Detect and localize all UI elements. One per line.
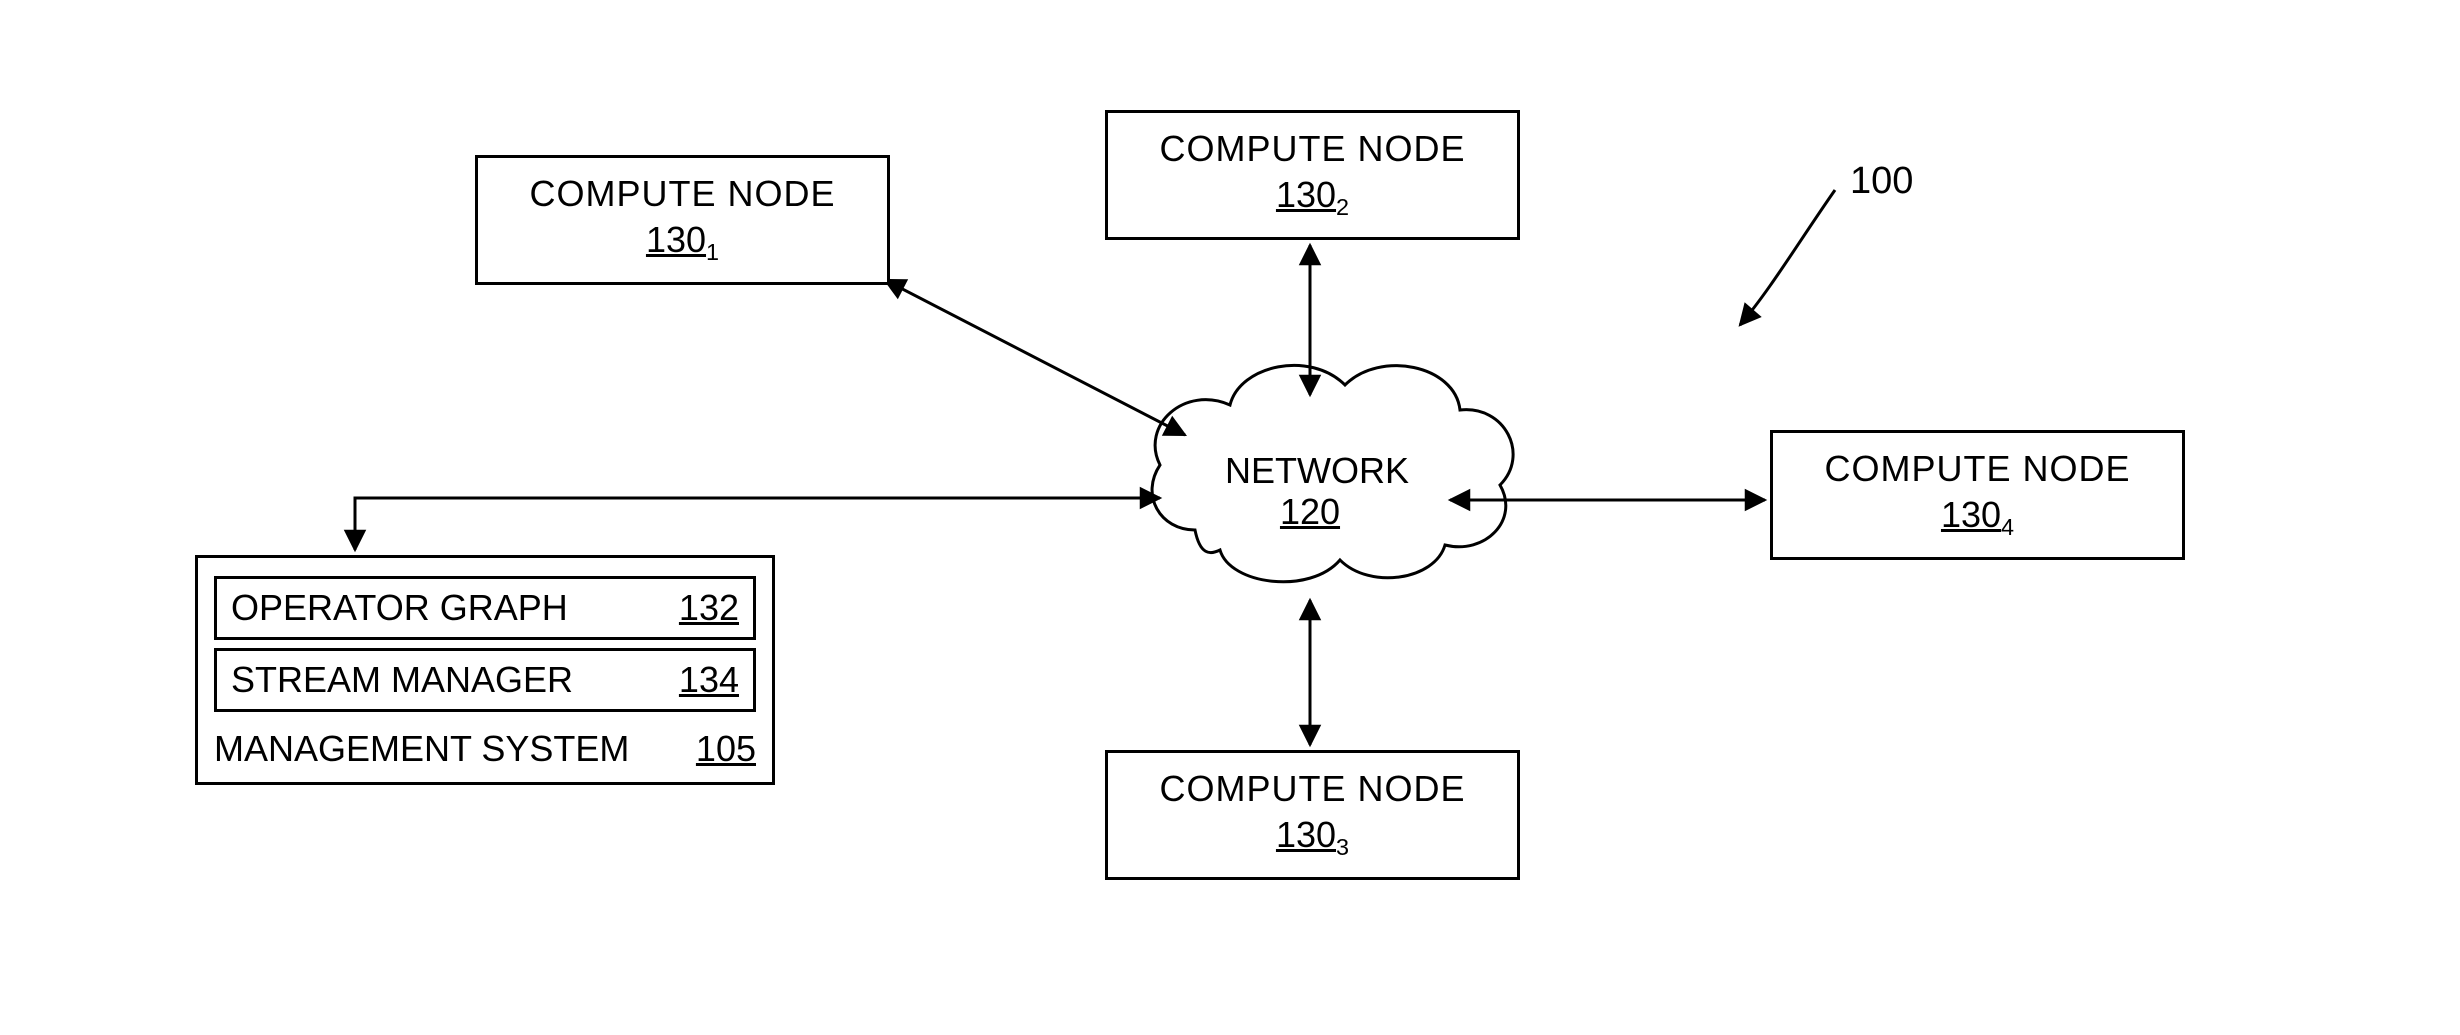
- figure-reference: 100: [1850, 160, 1913, 203]
- operator-graph-num: 132: [679, 587, 739, 629]
- compute-node-1: COMPUTE NODE 1301: [475, 155, 890, 285]
- management-system-row: MANAGEMENT SYSTEM 105: [198, 720, 772, 782]
- compute-node-2: COMPUTE NODE 1302: [1105, 110, 1520, 240]
- compute-node-4-label: COMPUTE NODE: [1824, 448, 2130, 490]
- management-system-box: OPERATOR GRAPH 132 STREAM MANAGER 134 MA…: [195, 555, 775, 785]
- arrow-node1-network: [885, 280, 1185, 435]
- management-system-label: MANAGEMENT SYSTEM: [214, 728, 629, 770]
- compute-node-2-label: COMPUTE NODE: [1159, 128, 1465, 170]
- compute-node-1-num: 1301: [646, 219, 719, 266]
- diagram-stage: COMPUTE NODE 1301 COMPUTE NODE 1302 COMP…: [0, 0, 2460, 1035]
- compute-node-3-label: COMPUTE NODE: [1159, 768, 1465, 810]
- stream-manager-row: STREAM MANAGER 134: [214, 648, 756, 712]
- stream-manager-label: STREAM MANAGER: [231, 659, 573, 701]
- compute-node-2-num: 1302: [1276, 174, 1349, 221]
- compute-node-4-num: 1304: [1941, 494, 2014, 541]
- network-label-block: NETWORK 120: [1225, 450, 1395, 533]
- compute-node-3-num: 1303: [1276, 814, 1349, 861]
- stream-manager-num: 134: [679, 659, 739, 701]
- operator-graph-row: OPERATOR GRAPH 132: [214, 576, 756, 640]
- network-label: NETWORK: [1225, 450, 1395, 491]
- management-system-num: 105: [696, 728, 756, 770]
- compute-node-3: COMPUTE NODE 1303: [1105, 750, 1520, 880]
- arrow-mgmt-network: [355, 498, 1160, 550]
- compute-node-1-label: COMPUTE NODE: [529, 173, 835, 215]
- network-num: 120: [1280, 491, 1340, 532]
- compute-node-4: COMPUTE NODE 1304: [1770, 430, 2185, 560]
- figure-ref-leader: [1740, 190, 1835, 325]
- operator-graph-label: OPERATOR GRAPH: [231, 587, 568, 629]
